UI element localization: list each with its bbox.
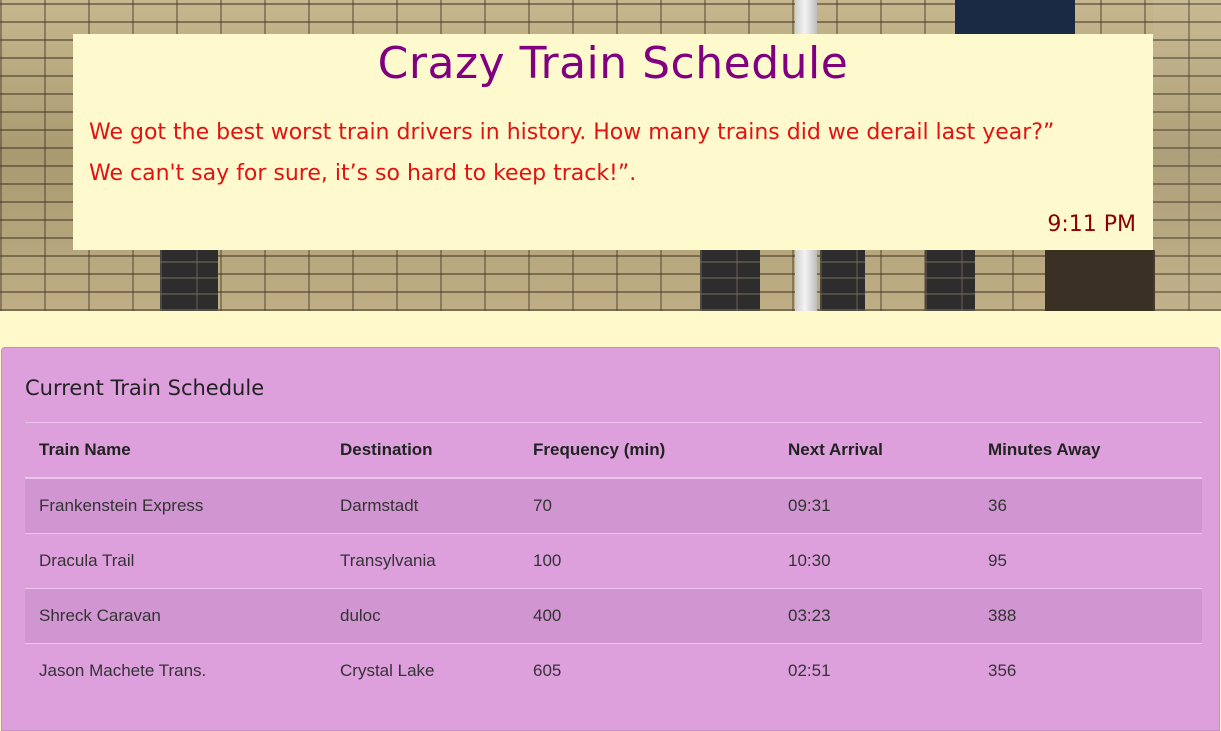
- table-row: Frankenstein Express Darmstadt 70 09:31 …: [25, 477, 1202, 534]
- table-row: Shreck Caravan duloc 400 03:23 388: [25, 588, 1202, 644]
- destination-cell: Crystal Lake: [326, 643, 519, 698]
- tunnel-opening: [1045, 250, 1155, 311]
- destination-cell: Darmstadt: [326, 477, 519, 534]
- minutes-away-cell: 36: [974, 477, 1202, 534]
- minutes-away-cell: 356: [974, 643, 1202, 698]
- table-row: Dracula Trail Transylvania 100 10:30 95: [25, 533, 1202, 589]
- departure-board-image: [955, 0, 1075, 34]
- destination-cell: duloc: [326, 588, 519, 644]
- panel-title: Current Train Schedule: [25, 376, 265, 400]
- train-name-cell: Dracula Trail: [25, 533, 326, 589]
- dark-brick-section: [700, 250, 760, 311]
- frequency-cell: 605: [519, 643, 774, 698]
- schedule-panel: Current Train Schedule Train Name Destin…: [1, 347, 1220, 731]
- column-header-minutes-away: Minutes Away: [988, 440, 1101, 459]
- dark-brick-section: [820, 250, 865, 311]
- dark-brick-section: [160, 250, 218, 311]
- page-title: Crazy Train Schedule: [377, 38, 849, 89]
- frequency-cell: 70: [519, 477, 774, 534]
- next-arrival-cell: 10:30: [774, 533, 974, 589]
- minutes-away-cell: 95: [974, 533, 1202, 589]
- frequency-cell: 400: [519, 588, 774, 644]
- train-name-cell: Shreck Caravan: [25, 588, 326, 644]
- column-header-destination: Destination: [340, 440, 433, 459]
- next-arrival-cell: 03:23: [774, 588, 974, 644]
- quote-line-1: We got the best worst train drivers in h…: [89, 120, 1055, 145]
- table-row: Jason Machete Trans. Crystal Lake 605 02…: [25, 643, 1202, 698]
- schedule-table: Train Name Destination Frequency (min) N…: [25, 422, 1202, 698]
- train-name-cell: Frankenstein Express: [25, 477, 326, 534]
- current-time: 9:11 PM: [1047, 212, 1136, 237]
- wall-edge: [1153, 0, 1221, 311]
- dark-brick-section: [925, 250, 975, 311]
- quote-line-2: We can't say for sure, it’s so hard to k…: [89, 161, 637, 186]
- train-name-cell: Jason Machete Trans.: [25, 643, 326, 698]
- quote-text: We got the best worst train drivers in h…: [89, 112, 1129, 194]
- next-arrival-cell: 02:51: [774, 643, 974, 698]
- table-header-row: Train Name Destination Frequency (min) N…: [25, 422, 1202, 478]
- next-arrival-cell: 09:31: [774, 477, 974, 534]
- frequency-cell: 100: [519, 533, 774, 589]
- column-header-next-arrival: Next Arrival: [788, 440, 883, 459]
- column-header-frequency: Frequency (min): [533, 440, 666, 459]
- destination-cell: Transylvania: [326, 533, 519, 589]
- column-header-train-name: Train Name: [39, 440, 131, 459]
- minutes-away-cell: 388: [974, 588, 1202, 644]
- title-banner: Crazy Train Schedule We got the best wor…: [73, 34, 1153, 250]
